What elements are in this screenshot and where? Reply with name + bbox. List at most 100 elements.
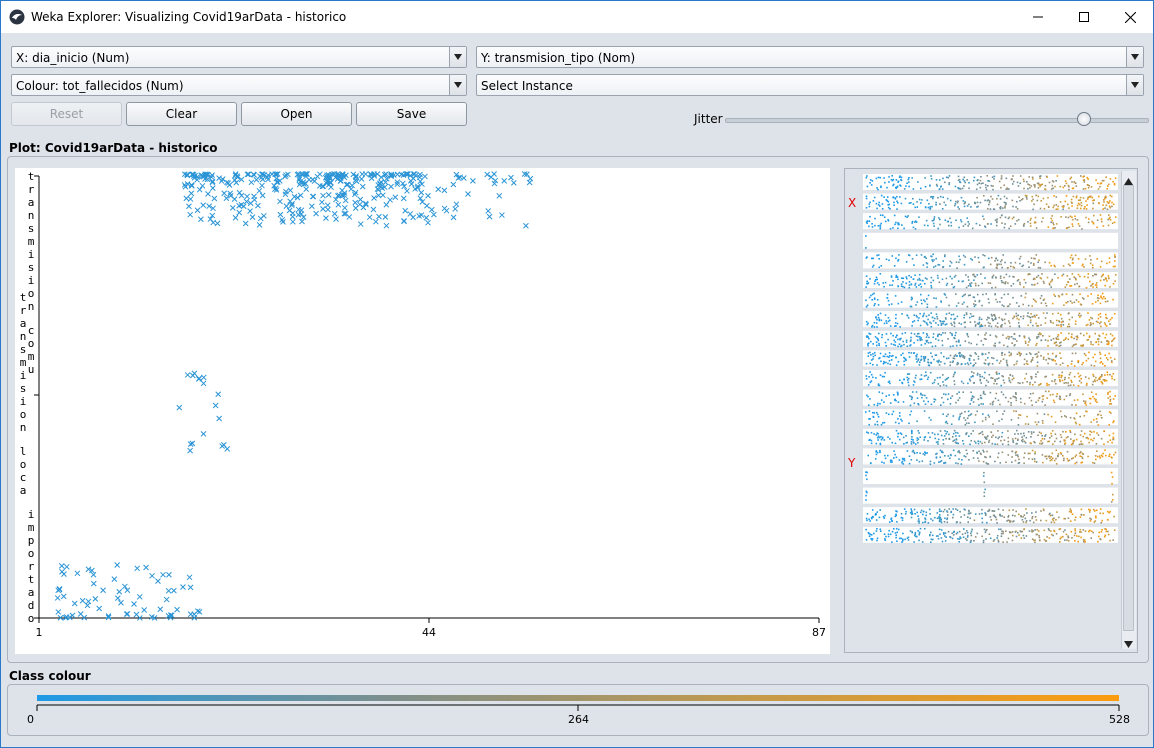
attribute-point [908, 281, 911, 283]
attribute-point [891, 530, 894, 533]
attribute-point [891, 519, 893, 522]
matrix-scrollbar[interactable] [1121, 171, 1136, 649]
attribute-bar[interactable] [863, 174, 1118, 190]
attribute-point [883, 375, 885, 378]
attribute-point [1112, 282, 1115, 285]
attribute-point [1056, 393, 1058, 395]
attribute-point [900, 513, 903, 515]
attribute-point [984, 514, 987, 516]
save-button[interactable]: Save [356, 102, 467, 126]
scroll-thumb[interactable] [1123, 185, 1134, 631]
reset-button[interactable]: Reset [11, 102, 122, 126]
attribute-bar[interactable] [863, 468, 1118, 484]
attribute-point [980, 453, 982, 456]
attribute-point [891, 179, 894, 182]
attribute-point [1076, 399, 1079, 401]
attribute-bar[interactable] [863, 232, 1118, 249]
attribute-bar[interactable] [863, 428, 1118, 445]
attribute-point [875, 341, 878, 343]
attribute-point [908, 455, 911, 457]
attribute-point [913, 221, 916, 223]
attribute-point [901, 460, 904, 463]
attribute-point [972, 372, 975, 374]
chevron-down-icon [1126, 47, 1143, 67]
minimize-button[interactable] [1015, 1, 1061, 33]
attribute-point [884, 341, 887, 344]
attribute-point [1018, 414, 1020, 416]
attribute-point [949, 275, 952, 278]
attribute-point [903, 227, 905, 230]
attribute-point [944, 517, 946, 520]
attribute-point [966, 205, 969, 207]
attribute-point [865, 195, 868, 198]
y-label-char: c [28, 324, 35, 337]
colour-select[interactable]: Colour: tot_fallecidos (Num) [11, 74, 467, 96]
attribute-point [1063, 382, 1066, 384]
attribute-point [930, 312, 932, 314]
attribute-bar[interactable] [863, 350, 1118, 367]
attribute-point [1032, 431, 1035, 433]
attribute-point [1034, 353, 1037, 356]
attribute-point [1078, 312, 1081, 315]
attribute-point [996, 373, 998, 375]
instance-select[interactable]: Select Instance [476, 74, 1144, 96]
attribute-point [1107, 218, 1109, 221]
attribute-point [924, 282, 926, 285]
clear-button[interactable]: Clear [126, 102, 237, 126]
attribute-point [953, 373, 955, 376]
attribute-point [890, 332, 892, 335]
data-point [188, 190, 195, 197]
attribute-point [1082, 435, 1084, 438]
attribute-point [973, 179, 975, 182]
maximize-button[interactable] [1061, 1, 1107, 33]
attribute-point [984, 199, 986, 202]
attribute-point [1034, 316, 1036, 318]
attribute-point [1054, 379, 1056, 381]
jitter-slider-thumb[interactable] [1076, 112, 1091, 126]
attribute-point [1087, 187, 1090, 189]
attribute-point [970, 391, 972, 394]
attribute-point [930, 361, 932, 364]
y-axis-select[interactable]: Y: transmision_tipo (Nom) [476, 46, 1144, 68]
attribute-point [958, 391, 960, 393]
data-point [56, 586, 63, 592]
attribute-point [916, 201, 918, 203]
attribute-point [1007, 335, 1009, 338]
open-button[interactable]: Open [241, 102, 352, 126]
attribute-point [927, 358, 929, 361]
attribute-point [1034, 451, 1036, 453]
attribute-point [1031, 515, 1034, 518]
attribute-point [1030, 377, 1033, 380]
attribute-point [933, 297, 935, 299]
attribute-point [974, 362, 977, 364]
attribute-point [884, 281, 887, 284]
attribute-point [1109, 216, 1111, 219]
attribute-point [1049, 437, 1051, 439]
attribute-point [969, 414, 972, 416]
attribute-bar[interactable] [863, 487, 1118, 504]
scatter-plot[interactable]: 1 44 87 transmisioncomutransmisionlocaim… [15, 168, 830, 654]
y-label-char: m [28, 521, 35, 534]
attribute-point [958, 397, 961, 399]
attribute-point [1073, 181, 1076, 184]
attribute-point [1034, 421, 1037, 423]
attribute-point [894, 453, 896, 456]
scroll-down-icon[interactable] [1124, 637, 1133, 651]
attribute-point [1001, 266, 1003, 269]
close-button[interactable] [1107, 1, 1153, 33]
attribute-point [890, 518, 892, 520]
attribute-point [1100, 531, 1103, 533]
attribute-point [873, 282, 876, 285]
attribute-point [883, 355, 886, 358]
attribute-bar[interactable] [863, 252, 1118, 269]
attribute-point [866, 283, 869, 285]
attribute-point [878, 266, 880, 269]
attribute-point [937, 433, 939, 436]
x-axis-select[interactable]: X: dia_inicio (Num) [11, 46, 467, 68]
attribute-point [1061, 362, 1064, 364]
attribute-point [1003, 344, 1005, 347]
attribute-bar[interactable] [863, 213, 1118, 230]
attribute-bar[interactable] [863, 507, 1118, 524]
attribute-point [1072, 262, 1074, 264]
attribute-point [945, 176, 948, 179]
